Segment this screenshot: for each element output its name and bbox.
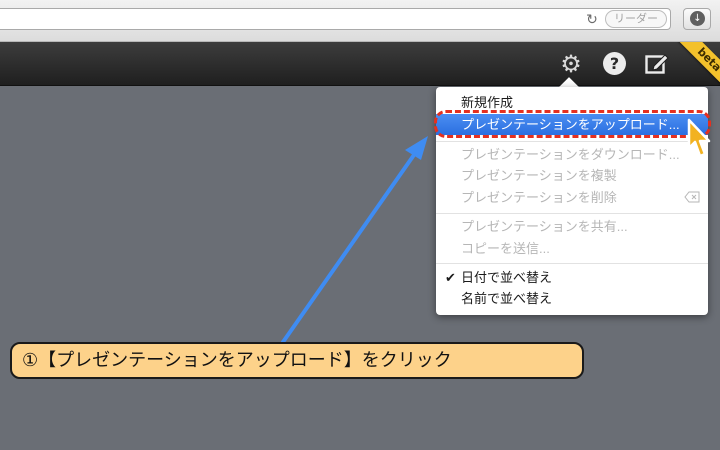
menu-item-send-copy[interactable]: コピーを送信...: [436, 238, 708, 259]
menu-item-sort-by-date[interactable]: ✔ 日付で並べ替え: [436, 267, 708, 288]
compose-icon[interactable]: [645, 53, 669, 75]
reader-button[interactable]: リーダー: [605, 10, 667, 28]
delete-key-icon: [684, 191, 700, 203]
downloads-button[interactable]: ↓: [683, 8, 711, 30]
menu-separator: [436, 141, 708, 142]
instruction-callout: ①【プレゼンテーションをアップロード】をクリック: [10, 342, 584, 379]
address-field[interactable]: ↻ リーダー: [0, 8, 671, 30]
checkmark-icon: ✔: [445, 270, 456, 285]
beta-badge: beta: [678, 42, 720, 86]
app-toolbar: ⚙ ? beta: [0, 42, 720, 86]
menu-separator: [436, 213, 708, 214]
reload-icon[interactable]: ↻: [583, 11, 601, 29]
menu-item-download[interactable]: プレゼンテーションをダウンロード...: [436, 144, 708, 165]
upload-highlight-outline: [434, 110, 711, 138]
gear-icon[interactable]: ⚙: [558, 51, 584, 77]
browser-toolbar: ↻ リーダー ↓: [0, 0, 720, 42]
menu-item-delete[interactable]: プレゼンテーションを削除: [436, 187, 708, 208]
menu-separator: [436, 263, 708, 264]
menu-item-sort-by-date-label: 日付で並べ替え: [461, 270, 553, 285]
download-icon: ↓: [690, 11, 705, 26]
help-icon[interactable]: ?: [603, 52, 626, 75]
menu-item-duplicate[interactable]: プレゼンテーションを複製: [436, 165, 708, 186]
beta-ribbon: beta: [672, 42, 720, 86]
menu-item-sort-by-name[interactable]: 名前で並べ替え: [436, 288, 708, 309]
menu-item-delete-label: プレゼンテーションを削除: [461, 190, 617, 205]
hand-cursor-icon: [687, 118, 711, 158]
menu-item-share[interactable]: プレゼンテーションを共有...: [436, 216, 708, 237]
